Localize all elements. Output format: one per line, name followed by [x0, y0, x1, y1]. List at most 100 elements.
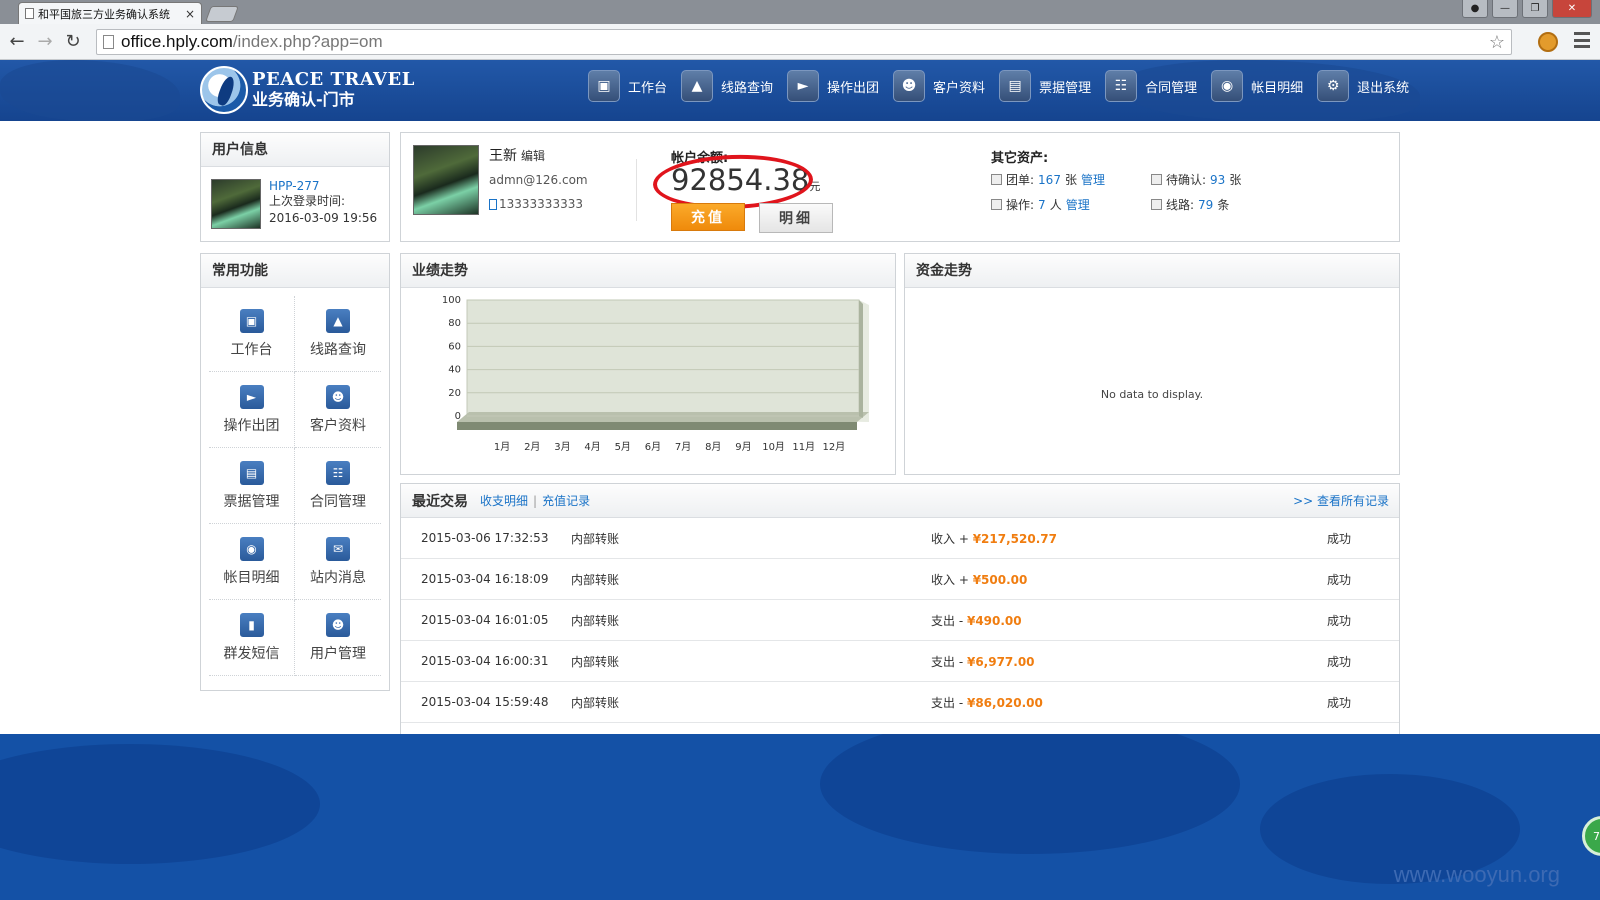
users-icon: ☻	[893, 70, 926, 102]
tx-amount-cell: 收入 + ¥217,520.77	[931, 530, 1057, 547]
account-avatar[interactable]	[413, 145, 479, 215]
ticket-icon: ▤	[239, 460, 264, 485]
nav-item-ledger[interactable]: ◉ 帐目明细	[1211, 70, 1303, 102]
x-tick-label: 2月	[524, 441, 540, 453]
account-name: 王新	[489, 148, 517, 164]
func-bulk-sms[interactable]: ▮ 群发短信	[209, 600, 295, 676]
func-route-search[interactable]: ▲ 线路查询	[295, 296, 381, 372]
manage-groups-link[interactable]: 管理	[1081, 171, 1105, 188]
map-decoration	[820, 734, 1240, 854]
new-tab-button[interactable]	[205, 6, 239, 22]
user-icon[interactable]: ●	[1462, 0, 1488, 18]
recharge-button[interactable]: 充值	[671, 203, 745, 231]
func-group-operations[interactable]: ► 操作出团	[209, 372, 295, 448]
nav-item-customers[interactable]: ☻ 客户资料	[893, 70, 985, 102]
func-customers[interactable]: ☻ 客户资料	[295, 372, 381, 448]
play-icon: ►	[787, 70, 820, 102]
extension-cookie-icon[interactable]	[1538, 32, 1558, 52]
route-icon	[1151, 199, 1162, 210]
nav-item-logout[interactable]: ⚙ 退出系统	[1317, 70, 1409, 102]
browser-menu-icon[interactable]	[1574, 32, 1590, 48]
nav-label: 合同管理	[1145, 80, 1198, 96]
user-id[interactable]: HPP-277	[269, 179, 377, 193]
browser-toolbar: ← → ↻ office.hply.com/index.php?app=om ☆	[0, 24, 1600, 60]
x-tick-label: 10月	[762, 441, 785, 453]
asset-count: 79	[1198, 197, 1214, 212]
nav-item-group-operations[interactable]: ► 操作出团	[787, 70, 879, 102]
tx-time: 2015-03-06 17:32:53	[421, 531, 549, 545]
func-label: 线路查询	[310, 341, 366, 358]
page-icon	[103, 35, 114, 49]
forward-arrow-icon[interactable]: →	[34, 31, 56, 53]
func-contracts[interactable]: ☷ 合同管理	[295, 448, 381, 524]
x-tick-label: 4月	[584, 441, 600, 453]
last-login-label: 上次登录时间:	[269, 194, 346, 208]
nav-item-contracts[interactable]: ☷ 合同管理	[1105, 70, 1197, 102]
nav-item-route-search[interactable]: ▲ 线路查询	[681, 70, 773, 102]
address-bar[interactable]: office.hply.com/index.php?app=om ☆	[96, 29, 1512, 55]
tx-direction: 支出 -	[931, 613, 967, 628]
func-user-management[interactable]: ☻ 用户管理	[295, 600, 381, 676]
plot-area	[466, 299, 860, 417]
func-label: 合同管理	[310, 493, 366, 510]
restore-button[interactable]: ❐	[1522, 0, 1548, 18]
site-logo[interactable]: PEACE TRAVEL 业务确认-门市	[200, 66, 415, 114]
tx-direction: 收入 +	[931, 572, 973, 587]
tx-type: 内部转账	[571, 572, 620, 587]
browser-tab[interactable]: 和平国旅三方业务确认系统 ×	[18, 2, 202, 24]
minimize-button[interactable]: —	[1492, 0, 1518, 18]
tx-direction: 收入 +	[931, 531, 973, 546]
tx-status: 成功	[1327, 654, 1352, 669]
tx-time: 2015-03-04 16:00:31	[421, 654, 549, 668]
x-tick-label: 9月	[735, 441, 751, 453]
bookmark-star-icon[interactable]: ☆	[1489, 32, 1505, 53]
view-all-link[interactable]: >> 查看所有记录	[1293, 492, 1389, 509]
asset-count: 167	[1038, 172, 1061, 187]
tab-recharge-records[interactable]: 充值记录	[542, 492, 590, 509]
x-tick-label: 12月	[823, 441, 846, 453]
edit-profile-link[interactable]: 编辑	[521, 149, 545, 163]
tx-amount-cell: 支出 - ¥86,020.00	[931, 694, 1043, 711]
rocket-icon: ▲	[326, 308, 350, 333]
nav-label: 帐目明细	[1251, 80, 1304, 96]
func-messages[interactable]: ✉ 站内消息	[295, 524, 381, 600]
asset-unit: 条	[1217, 198, 1230, 212]
tx-status: 成功	[1327, 531, 1352, 546]
func-tickets[interactable]: ▤ 票据管理	[209, 448, 295, 524]
tab-income-expense[interactable]: 收支明细	[480, 492, 528, 509]
func-workbench[interactable]: ▣ 工作台	[209, 296, 295, 372]
avatar[interactable]	[211, 179, 261, 229]
pending-icon	[1151, 174, 1162, 185]
tx-time: 2015-03-04 15:59:48	[421, 695, 549, 709]
x-tick-label: 11月	[792, 441, 815, 453]
table-row: 2015-03-06 17:32:53 内部转账 收入 + ¥217,520.7…	[401, 518, 1399, 559]
manage-operators-link[interactable]: 管理	[1066, 196, 1090, 213]
map-decoration	[0, 744, 320, 864]
x-tick-label: 7月	[675, 441, 691, 453]
tx-status: 成功	[1327, 572, 1352, 587]
tx-direction: 支出 -	[931, 695, 967, 710]
func-ledger[interactable]: ◉ 帐目明细	[209, 524, 295, 600]
divider: |	[533, 493, 538, 508]
func-label: 站内消息	[310, 569, 366, 586]
nav-label: 操作出团	[827, 80, 880, 96]
nav-label: 客户资料	[933, 80, 986, 96]
window-controls: ● — ❐ ✕	[1462, 0, 1592, 18]
asset-label: 团单:	[1006, 173, 1035, 187]
nav-item-workbench[interactable]: ▣ 工作台	[588, 70, 667, 102]
close-window-button[interactable]: ✕	[1552, 0, 1592, 18]
panel-title: 业绩走势	[401, 254, 895, 288]
account-panel: 王新 编辑 admn@126.com 13333333333 帐户余额: 9285…	[400, 132, 1400, 242]
reload-icon[interactable]: ↻	[62, 31, 84, 53]
x-tick-label: 5月	[615, 441, 631, 453]
plot-floor	[457, 412, 869, 422]
back-arrow-icon[interactable]: ←	[6, 31, 28, 53]
logo-mark-icon	[200, 66, 248, 114]
tab-close-icon[interactable]: ×	[185, 7, 195, 21]
detail-button[interactable]: 明细	[759, 203, 833, 233]
main-nav: ▣ 工作台 ▲ 线路查询 ► 操作出团 ☻ 客户资料 ▤ 票据管理 ☷ 合同管理 ◉ 帐目明细…	[588, 70, 1423, 102]
nav-item-tickets[interactable]: ▤ 票据管理	[999, 70, 1091, 102]
tx-amount-cell: 支出 - ¥6,977.00	[931, 653, 1035, 670]
tx-type: 内部转账	[571, 695, 620, 710]
operator-icon	[991, 199, 1002, 210]
